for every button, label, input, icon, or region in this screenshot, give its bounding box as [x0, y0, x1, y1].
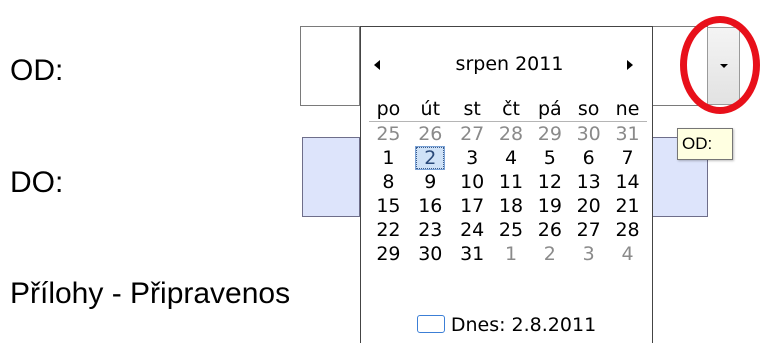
- calendar-day[interactable]: 14: [608, 170, 647, 194]
- calendar-day-next-month[interactable]: 4: [608, 242, 647, 266]
- calendar-day-next-month[interactable]: 2: [530, 242, 569, 266]
- calendar-day[interactable]: 28: [608, 218, 647, 242]
- calendar-day[interactable]: 19: [530, 194, 569, 218]
- od-date-field-end[interactable]: [652, 26, 708, 106]
- calendar-day-prev-month[interactable]: 30: [569, 122, 608, 147]
- calendar-day-prev-month[interactable]: 28: [492, 122, 531, 147]
- calendar-day[interactable]: 29: [369, 242, 408, 266]
- calendar-day[interactable]: 10: [453, 170, 492, 194]
- calendar-day[interactable]: 8: [369, 170, 408, 194]
- weekday-label: čt: [491, 97, 531, 122]
- calendar-week: 1 2 3 4 5 6 7: [369, 146, 647, 170]
- calendar-day[interactable]: 15: [369, 194, 408, 218]
- calendar-day[interactable]: 31: [453, 242, 492, 266]
- calendar-day[interactable]: 27: [569, 218, 608, 242]
- weekday-label: po: [369, 97, 408, 122]
- calendar-day[interactable]: 18: [492, 194, 531, 218]
- weekday-label: ne: [608, 97, 647, 122]
- calendar-day-next-month[interactable]: 1: [492, 242, 531, 266]
- today-box-icon: [416, 315, 445, 333]
- today-link[interactable]: Dnes: 2.8.2011: [361, 314, 652, 336]
- weekday-label: pá: [530, 97, 570, 122]
- od-date-field[interactable]: [300, 26, 360, 106]
- calendar-day-next-month[interactable]: 3: [569, 242, 608, 266]
- calendar-popup: srpen 2011 po út st čt pá so ne 25 26 27…: [360, 26, 653, 343]
- chevron-down-icon: [719, 64, 728, 68]
- calendar-week: 25 26 27 28 29 30 31: [369, 122, 647, 147]
- calendar-week: 15 16 17 18 19 20 21: [369, 194, 647, 218]
- calendar-day-prev-month[interactable]: 25: [369, 122, 408, 147]
- calendar-day[interactable]: 26: [530, 218, 569, 242]
- triangle-right-icon[interactable]: [627, 60, 633, 70]
- calendar-day[interactable]: 30: [408, 242, 453, 266]
- do-date-field[interactable]: [302, 137, 360, 217]
- calendar-day[interactable]: 13: [569, 170, 608, 194]
- calendar-day[interactable]: 12: [530, 170, 569, 194]
- calendar-day[interactable]: 4: [492, 146, 531, 170]
- calendar-day[interactable]: 5: [530, 146, 569, 170]
- calendar-day[interactable]: 16: [408, 194, 453, 218]
- calendar-month-title[interactable]: srpen 2011: [361, 53, 652, 75]
- calendar-day[interactable]: 21: [608, 194, 647, 218]
- calendar-day[interactable]: 20: [569, 194, 608, 218]
- weekday-label: so: [569, 97, 609, 122]
- calendar-day[interactable]: 9: [408, 170, 453, 194]
- calendar-week: 8 9 10 11 12 13 14: [369, 170, 647, 194]
- weekday-header-row: po út st čt pá so ne: [369, 97, 647, 122]
- prilohy-label: Přílohy - Připravenos: [10, 277, 291, 310]
- selected-day-label: 2: [415, 146, 446, 170]
- calendar-day-prev-month[interactable]: 26: [408, 122, 453, 147]
- calendar-day[interactable]: 7: [608, 146, 647, 170]
- calendar-day[interactable]: 17: [453, 194, 492, 218]
- calendar-day[interactable]: 6: [569, 146, 608, 170]
- calendar-day[interactable]: 3: [453, 146, 492, 170]
- calendar-day[interactable]: 24: [453, 218, 492, 242]
- do-label: DO:: [10, 166, 64, 199]
- od-dropdown-button[interactable]: [707, 27, 740, 105]
- calendar-week: 22 23 24 25 26 27 28: [369, 218, 647, 242]
- calendar-day-prev-month[interactable]: 31: [608, 122, 647, 147]
- calendar-day[interactable]: 22: [369, 218, 408, 242]
- calendar-week: 29 30 31 1 2 3 4: [369, 242, 647, 266]
- weekday-label: út: [407, 97, 453, 122]
- calendar-day-prev-month[interactable]: 27: [453, 122, 492, 147]
- calendar-day-prev-month[interactable]: 29: [530, 122, 569, 147]
- today-label: Dnes: 2.8.2011: [450, 314, 597, 336]
- od-label: OD:: [10, 54, 64, 87]
- calendar-day-selected[interactable]: 2: [408, 146, 453, 170]
- calendar-day[interactable]: 25: [492, 218, 531, 242]
- calendar-day[interactable]: 11: [492, 170, 531, 194]
- weekday-label: st: [452, 97, 492, 122]
- calendar-day[interactable]: 23: [408, 218, 453, 242]
- calendar-day[interactable]: 1: [369, 146, 408, 170]
- calendar-grid: po út st čt pá so ne 25 26 27 28 29 30 3…: [369, 97, 647, 266]
- calendar-header: srpen 2011: [361, 51, 652, 81]
- tooltip: OD:: [677, 128, 733, 160]
